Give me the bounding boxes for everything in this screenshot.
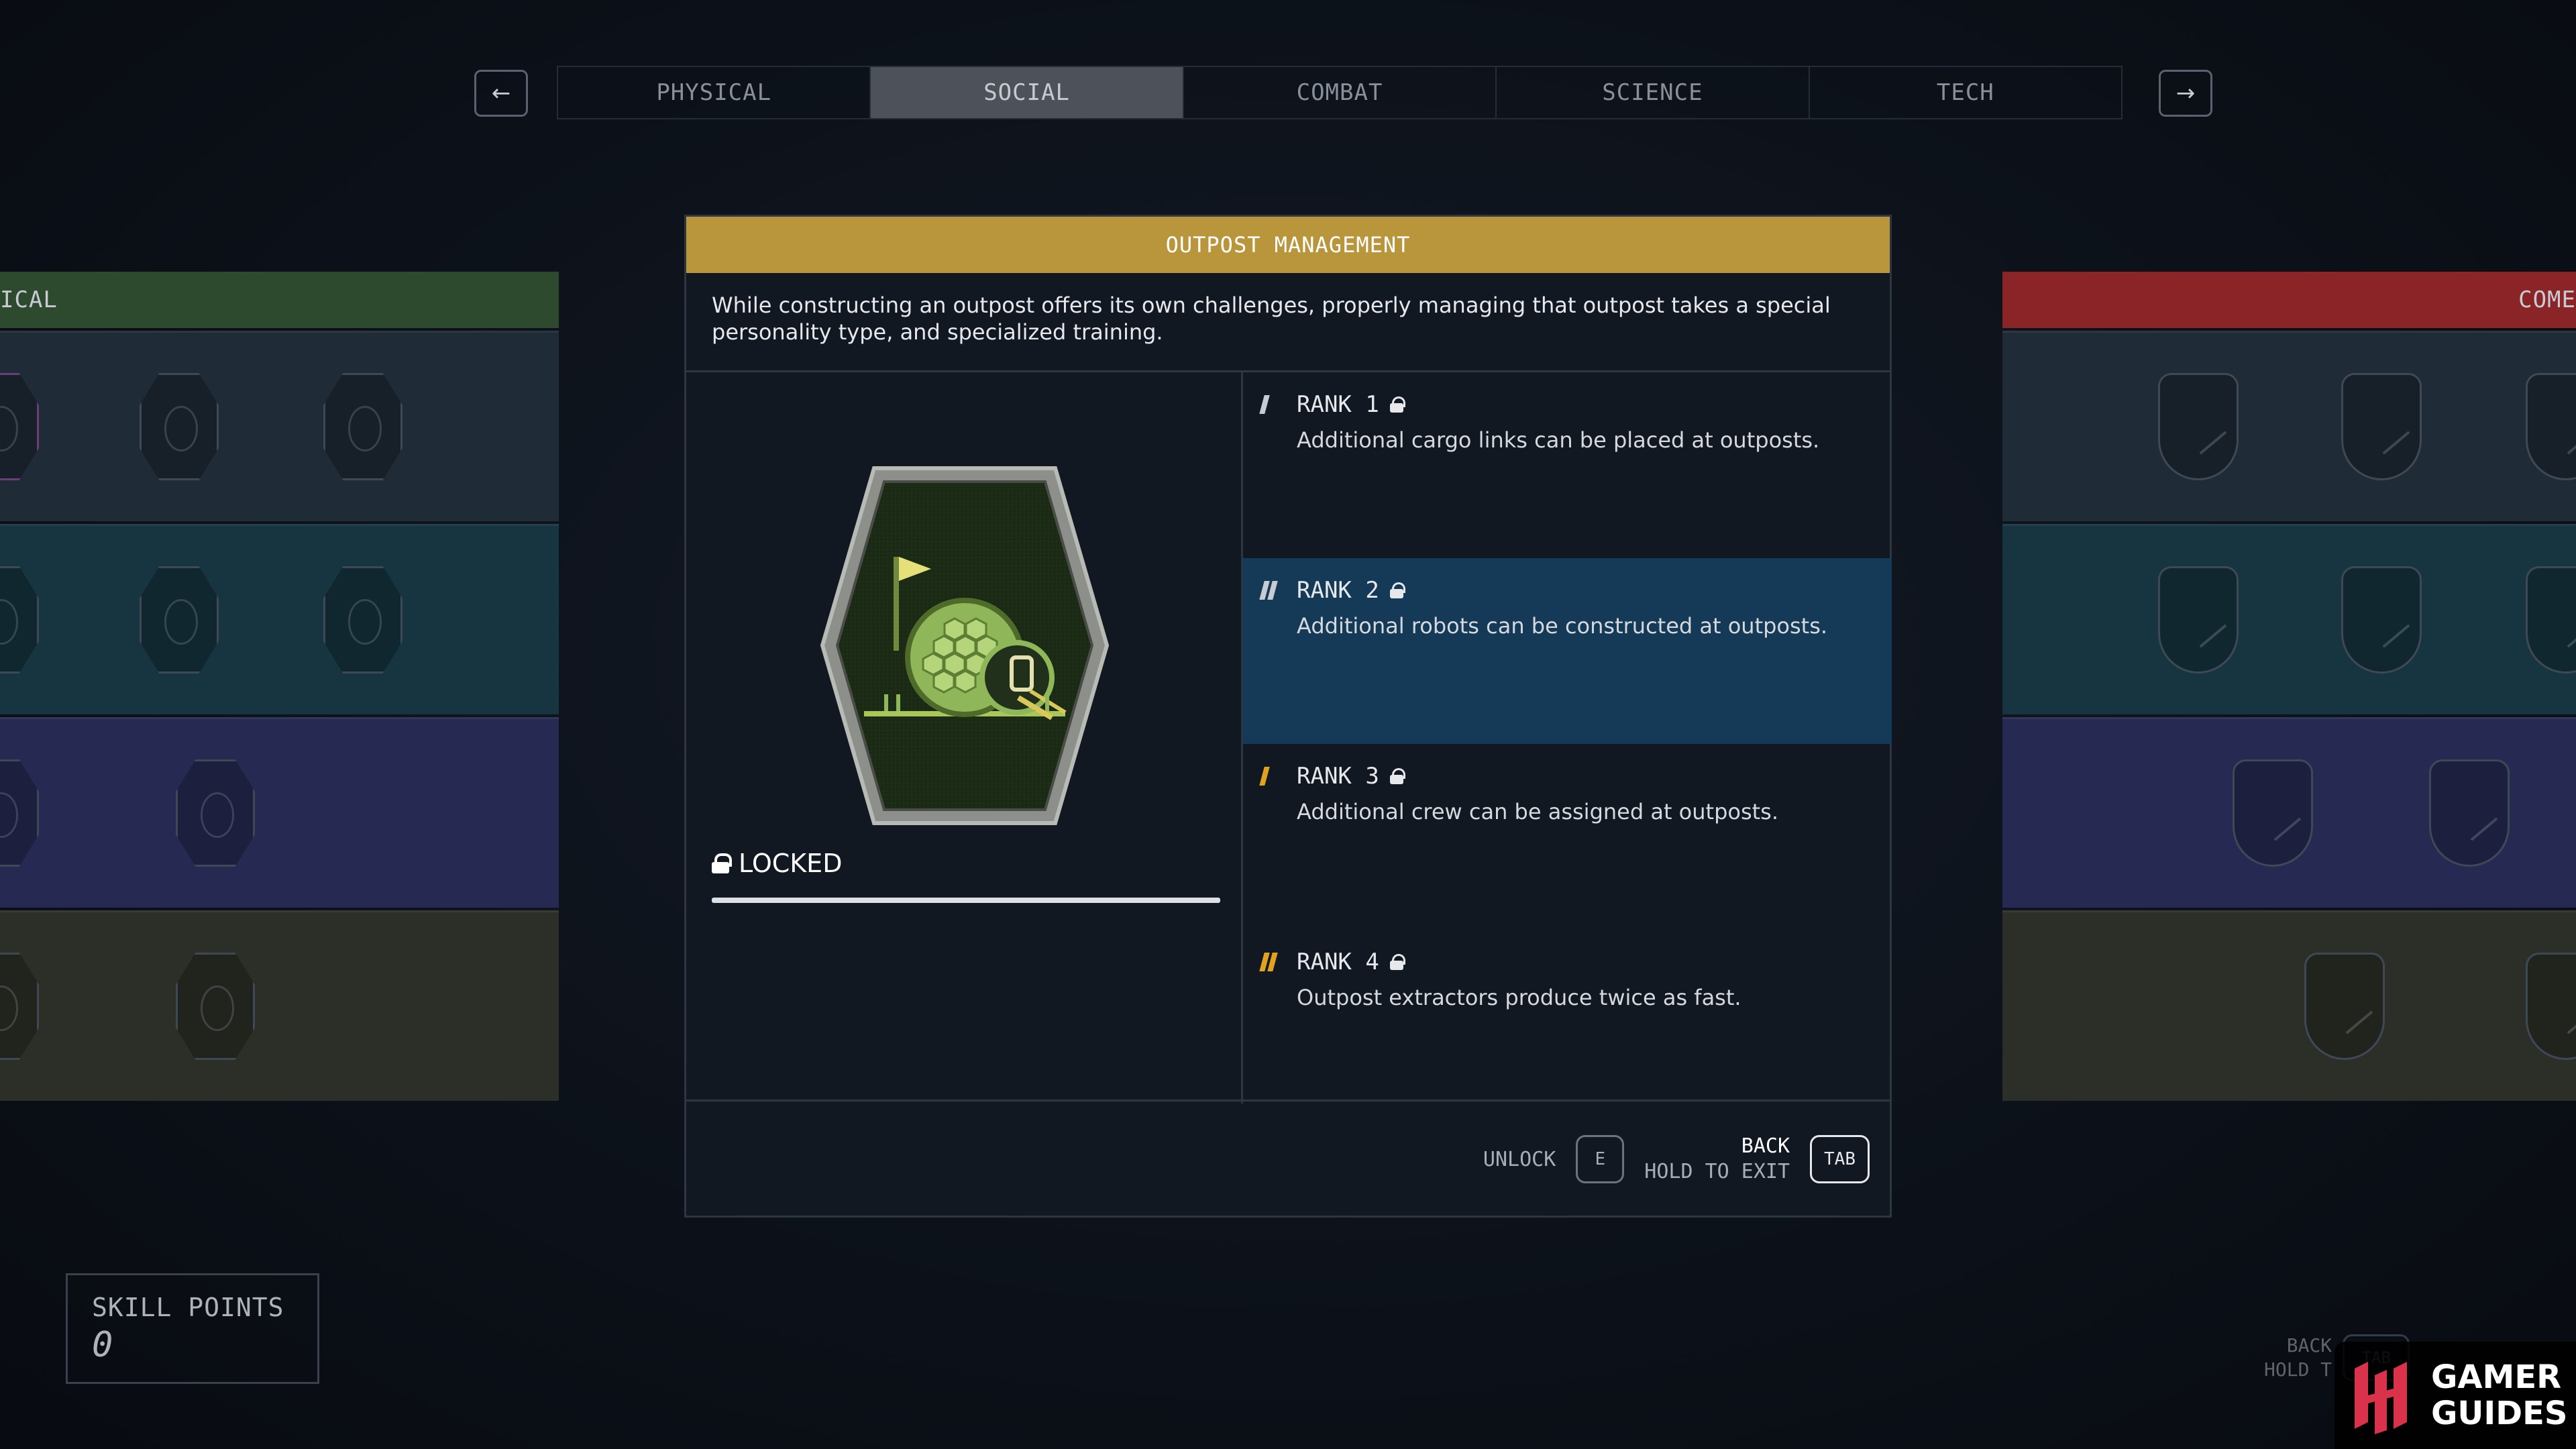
panel-footer: UNLOCK E BACK HOLD TO EXIT TAB: [686, 1099, 1890, 1216]
lock-icon: [1389, 768, 1405, 784]
hold-to-exit-label: HOLD TO EXIT: [1644, 1160, 1790, 1183]
rank-label: RANK 1: [1297, 391, 1379, 418]
rank-description: Additional crew can be assigned at outpo…: [1297, 799, 1779, 824]
arrow-right-icon: →: [2176, 80, 2196, 107]
skill-row: [0, 331, 559, 521]
skill-badge-icon[interactable]: [0, 759, 39, 867]
skill-badge-pane: LOCKED: [686, 372, 1243, 1104]
lock-icon: [1389, 582, 1405, 598]
rank-description: Outpost extractors produce twice as fast…: [1297, 985, 1741, 1010]
rank-mark-icon: [1259, 394, 1286, 415]
rank-label: RANK 4: [1297, 949, 1379, 975]
rank-2[interactable]: RANK 2 Additional robots can be construc…: [1243, 558, 1892, 744]
tab-label: PHYSICAL: [656, 79, 772, 106]
gamer-guides-watermark: GAMER GUIDES: [2334, 1342, 2576, 1449]
heavy-weapon-skill-icon[interactable]: [2429, 759, 2510, 867]
dagger-skill-icon[interactable]: [2341, 373, 2422, 480]
rank-3[interactable]: RANK 3 Additional crew can be assigned a…: [1243, 744, 1892, 930]
skill-progress-bar: [712, 898, 1220, 903]
arrow-left-icon: ←: [491, 80, 511, 107]
rank-4[interactable]: RANK 4 Outpost extractors produce twice …: [1243, 930, 1892, 1116]
outpost-management-badge-icon: [820, 466, 1110, 825]
hold-label: HOLD T: [2264, 1358, 2332, 1381]
skill-row: [0, 717, 559, 908]
lock-icon: [1389, 396, 1405, 413]
skill-detail-panel: OUTPOST MANAGEMENT While constructing an…: [684, 215, 1892, 1218]
back-label: BACK: [2286, 1334, 2332, 1356]
rank-list: RANK 1 Additional cargo links can be pla…: [1243, 372, 1892, 1104]
back-key-button[interactable]: TAB: [1810, 1135, 1870, 1183]
rank-label: RANK 3: [1297, 763, 1379, 790]
rank-mark-icon: [1259, 580, 1286, 600]
combat-skill-column: COME: [2002, 272, 2576, 1101]
watermark-line: GUIDES: [2431, 1395, 2568, 1432]
blade-skill-icon[interactable]: [2341, 566, 2422, 674]
skill-body: LOCKED RANK 1 Additional cargo links can…: [686, 372, 1892, 1104]
back-hint: BACK HOLD TO EXIT: [1644, 1134, 1790, 1185]
skill-badge-icon[interactable]: [176, 953, 255, 1060]
skill-points-box: SKILL POINTS 0: [66, 1273, 319, 1384]
column-header: COME: [2002, 272, 2576, 328]
skill-badge-icon[interactable]: [323, 373, 402, 480]
rank-tick: [1259, 767, 1270, 786]
rank-description: Additional cargo links can be placed at …: [1297, 427, 1820, 453]
skill-row: [2002, 717, 2576, 908]
skill-badge-icon[interactable]: [140, 373, 219, 480]
category-tabs: PHYSICAL SOCIAL COMBAT SCIENCE TECH: [557, 66, 2123, 119]
status-label: LOCKED: [739, 849, 843, 878]
tab-science[interactable]: SCIENCE: [1497, 67, 1810, 118]
tab-tech[interactable]: TECH: [1810, 67, 2121, 118]
physical-skill-column: ICAL: [0, 272, 559, 1101]
skill-badge-icon[interactable]: [0, 566, 39, 674]
watermark-line: GAMER: [2431, 1358, 2562, 1396]
skill-badge-icon[interactable]: [0, 373, 39, 480]
tab-combat[interactable]: COMBAT: [1184, 67, 1497, 118]
tab-social[interactable]: SOCIAL: [871, 67, 1184, 118]
skill-badge-icon[interactable]: [140, 566, 219, 674]
skill-points-value: 0: [92, 1325, 113, 1365]
rifle-skill-icon[interactable]: [2233, 759, 2313, 867]
tab-label: SCIENCE: [1602, 79, 1703, 106]
skill-row: [0, 524, 559, 714]
lock-icon: [712, 853, 732, 873]
rank-mark-icon: [1259, 766, 1286, 786]
column-header: ICAL: [0, 272, 559, 328]
skill-row: [2002, 910, 2576, 1101]
unlock-label: UNLOCK: [1483, 1147, 1556, 1171]
grenade-skill-icon[interactable]: [2158, 566, 2239, 674]
tab-physical[interactable]: PHYSICAL: [558, 67, 871, 118]
skill-status: LOCKED: [712, 849, 842, 878]
rank-description: Additional robots can be constructed at …: [1297, 613, 1828, 639]
back-label: BACK: [1741, 1134, 1790, 1158]
next-category-button[interactable]: →: [2159, 70, 2212, 117]
rank-tick: [1259, 395, 1270, 414]
robot-skill-icon[interactable]: [2304, 953, 2385, 1060]
skill-shield-icon[interactable]: [2526, 953, 2576, 1060]
rank-1[interactable]: RANK 1 Additional cargo links can be pla…: [1243, 372, 1892, 558]
skill-shield-icon[interactable]: [2526, 373, 2576, 480]
lock-icon: [1389, 954, 1405, 970]
skill-row: [2002, 524, 2576, 714]
tab-label: TECH: [1936, 79, 1994, 106]
skill-description: While constructing an outpost offers its…: [686, 273, 1890, 372]
rank-label: RANK 2: [1297, 577, 1379, 604]
previous-category-button[interactable]: ←: [474, 70, 528, 117]
rank-mark-icon: [1259, 952, 1286, 972]
skill-row: [2002, 331, 2576, 521]
tab-label: SOCIAL: [983, 79, 1071, 106]
skill-badge-icon[interactable]: [0, 953, 39, 1060]
skill-badge-icon[interactable]: [323, 566, 402, 674]
pistol-skill-icon[interactable]: [2158, 373, 2239, 480]
gamer-guides-logo-icon: [2355, 1362, 2407, 1434]
tab-label: COMBAT: [1296, 79, 1383, 106]
skill-badge-icon[interactable]: [176, 759, 255, 867]
unlock-key-button[interactable]: E: [1576, 1135, 1625, 1183]
skill-shield-icon[interactable]: [2526, 566, 2576, 674]
progress-fill: [712, 898, 1220, 903]
skill-points-label: SKILL POINTS: [92, 1293, 284, 1322]
skill-title: OUTPOST MANAGEMENT: [686, 217, 1890, 273]
skill-row: [0, 910, 559, 1101]
